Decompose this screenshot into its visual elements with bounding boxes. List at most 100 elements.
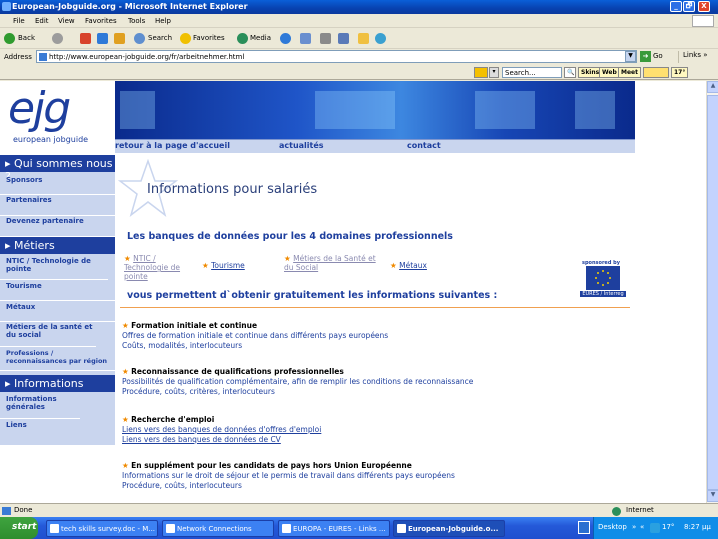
search-button[interactable]: Search [148, 34, 172, 42]
databases-heading: Les banques de données pour les 4 domain… [127, 231, 453, 242]
quicklaunch-icon[interactable] [578, 521, 590, 534]
history-icon[interactable] [280, 33, 291, 44]
nav-news-link[interactable]: actualités [279, 141, 324, 150]
domain-ntic[interactable]: ★ NTIC / Technologie de pointe [124, 254, 186, 281]
scroll-thumb[interactable] [707, 95, 718, 490]
sidebar-item-sponsors[interactable]: Sponsors [0, 176, 115, 195]
mail-icon[interactable] [300, 33, 311, 44]
desktop-toolbar[interactable]: Desktop [598, 523, 627, 531]
bullet-star-icon: ★ [122, 461, 129, 470]
smiley-icon[interactable] [643, 67, 669, 78]
back-button[interactable]: Back [18, 34, 35, 42]
sidebar-item-health-social[interactable]: Métiers de la santé et du social [0, 323, 96, 347]
toolbar-search-input[interactable]: Search... [502, 67, 562, 78]
refresh-icon[interactable] [97, 33, 108, 44]
section-job-search: ★ Recherche d'emploi Liens vers des banq… [122, 415, 322, 445]
permet-heading: vous permettent d`obtenir gratuitement l… [127, 290, 498, 301]
folder-icon[interactable] [358, 33, 369, 44]
scroll-down-button[interactable]: ▼ [707, 490, 718, 502]
eu-stars-icon [595, 270, 611, 286]
nav-home-link[interactable]: retour à la page d'accueil [115, 141, 230, 150]
sidebar-heading-about[interactable]: ▸ Qui sommes nous ? [0, 155, 115, 183]
site-logo[interactable]: ejg european jobguide [0, 81, 115, 155]
page-viewport: ejg european jobguide retour à la page d… [0, 81, 706, 503]
sidebar-item-regions[interactable]: Professions / reconnaissances par région [0, 349, 115, 371]
sidebar-item-ntic[interactable]: NTIC / Technologie de pointe [0, 257, 108, 280]
weather-button[interactable]: 17° [671, 67, 689, 78]
favorites-star-icon[interactable] [180, 33, 191, 44]
media-icon[interactable] [237, 33, 248, 44]
status-text: Done [14, 506, 33, 514]
go-button[interactable]: ➜ Go [640, 51, 668, 63]
domain-metals[interactable]: ★ Métaux [390, 261, 427, 270]
address-dropdown-button[interactable]: ▼ [625, 51, 636, 62]
sidebar-item-partners[interactable]: Partenaires [0, 196, 115, 216]
edit-icon[interactable] [338, 33, 349, 44]
menu-view[interactable]: View [58, 17, 75, 25]
sidebar-heading-information[interactable]: ▸ Informations [0, 375, 115, 392]
windows-logo-icon [692, 15, 714, 27]
links-button[interactable]: Links » [678, 51, 708, 63]
address-input[interactable]: http://www.european-jobguide.org/fr/arbe… [36, 50, 637, 63]
web-button[interactable]: Web [599, 67, 620, 78]
search-icon[interactable] [134, 33, 145, 44]
window-title: European-Jobguide.org - Microsoft Intern… [12, 2, 248, 11]
maximize-button[interactable]: 🗗 [683, 1, 695, 12]
weather-icon[interactable] [650, 523, 660, 533]
task-european-jobguide[interactable]: European-Jobguide.o... [393, 520, 505, 537]
toolbar-search-go-icon[interactable]: 🔍 [564, 67, 576, 78]
sidebar-item-tourism[interactable]: Tourisme [0, 282, 115, 301]
messenger-icon[interactable] [375, 33, 386, 44]
favorites-button[interactable]: Favorites [193, 34, 225, 42]
menu-favorites[interactable]: Favorites [85, 17, 117, 25]
sidebar-item-metals[interactable]: Métaux [0, 303, 115, 322]
print-icon[interactable] [320, 33, 331, 44]
sidebar-heading-trades[interactable]: ▸ Métiers [0, 237, 115, 254]
cv-databases-link[interactable]: Liens vers des banques de données de CV [122, 435, 321, 445]
bullet-star-icon: ★ [122, 415, 129, 424]
back-arrow-icon[interactable] [4, 33, 15, 44]
ie-icon [397, 524, 406, 533]
section-qualifications: ★ Reconnaissance de qualifications profe… [122, 367, 474, 396]
vertical-scrollbar[interactable]: ▲ ▼ [706, 81, 718, 503]
sidebar-item-become-partner[interactable]: Devenez partenaire [0, 217, 115, 237]
scroll-up-button[interactable]: ▲ [707, 81, 718, 93]
job-offers-link[interactable]: Liens vers des banques de données d'offr… [122, 425, 321, 435]
domain-tourism[interactable]: ★ Tourisme [202, 261, 245, 270]
banner-stripe [475, 91, 535, 129]
status-bar: Done Internet [0, 503, 718, 517]
media-button[interactable]: Media [250, 34, 271, 42]
meet-button[interactable]: Meet [618, 67, 641, 78]
home-icon[interactable] [114, 33, 125, 44]
sidebar-item-links[interactable]: Liens [0, 421, 115, 439]
start-button[interactable]: start [0, 517, 38, 539]
clock[interactable]: 8:27 μμ [684, 523, 711, 531]
menu-edit[interactable]: Edit [35, 17, 49, 25]
logo-subtitle: european jobguide [13, 135, 89, 144]
address-label: Address [4, 53, 32, 61]
domain-health-social[interactable]: ★ Métiers de la Santé et du Social [284, 254, 379, 272]
eu-flag-icon [586, 266, 620, 290]
separator-line [120, 307, 630, 308]
forward-arrow-icon[interactable] [52, 33, 63, 44]
close-button[interactable]: X [698, 1, 710, 12]
menu-file[interactable]: File [13, 17, 25, 25]
task-network-connections[interactable]: Network Connections [162, 520, 274, 537]
standard-toolbar: Back Search Favorites Media [0, 29, 718, 49]
tray-arrow-icon[interactable]: « [640, 523, 644, 531]
ie-icon [282, 524, 291, 533]
chevron-icon[interactable]: » [632, 523, 636, 531]
nav-contact-link[interactable]: contact [407, 141, 441, 150]
task-word-doc[interactable]: tech skills survey.doc - M... [46, 520, 158, 537]
task-europa-eures[interactable]: EUROPA - EURES - Links ... [278, 520, 390, 537]
stop-icon[interactable] [80, 33, 91, 44]
menu-help[interactable]: Help [155, 17, 171, 25]
mail-envelope-icon[interactable] [474, 67, 488, 78]
sponsor-logo[interactable]: sponsored by EURES / Interreg [580, 260, 626, 298]
sidebar-item-general-info[interactable]: Informations générales [0, 395, 80, 419]
menu-tools[interactable]: Tools [128, 17, 145, 25]
logo-text: ejg [8, 83, 71, 134]
minimize-button[interactable]: _ [670, 1, 682, 12]
dropdown-icon[interactable]: ▾ [489, 67, 499, 78]
bullet-star-icon: ★ [122, 367, 129, 376]
